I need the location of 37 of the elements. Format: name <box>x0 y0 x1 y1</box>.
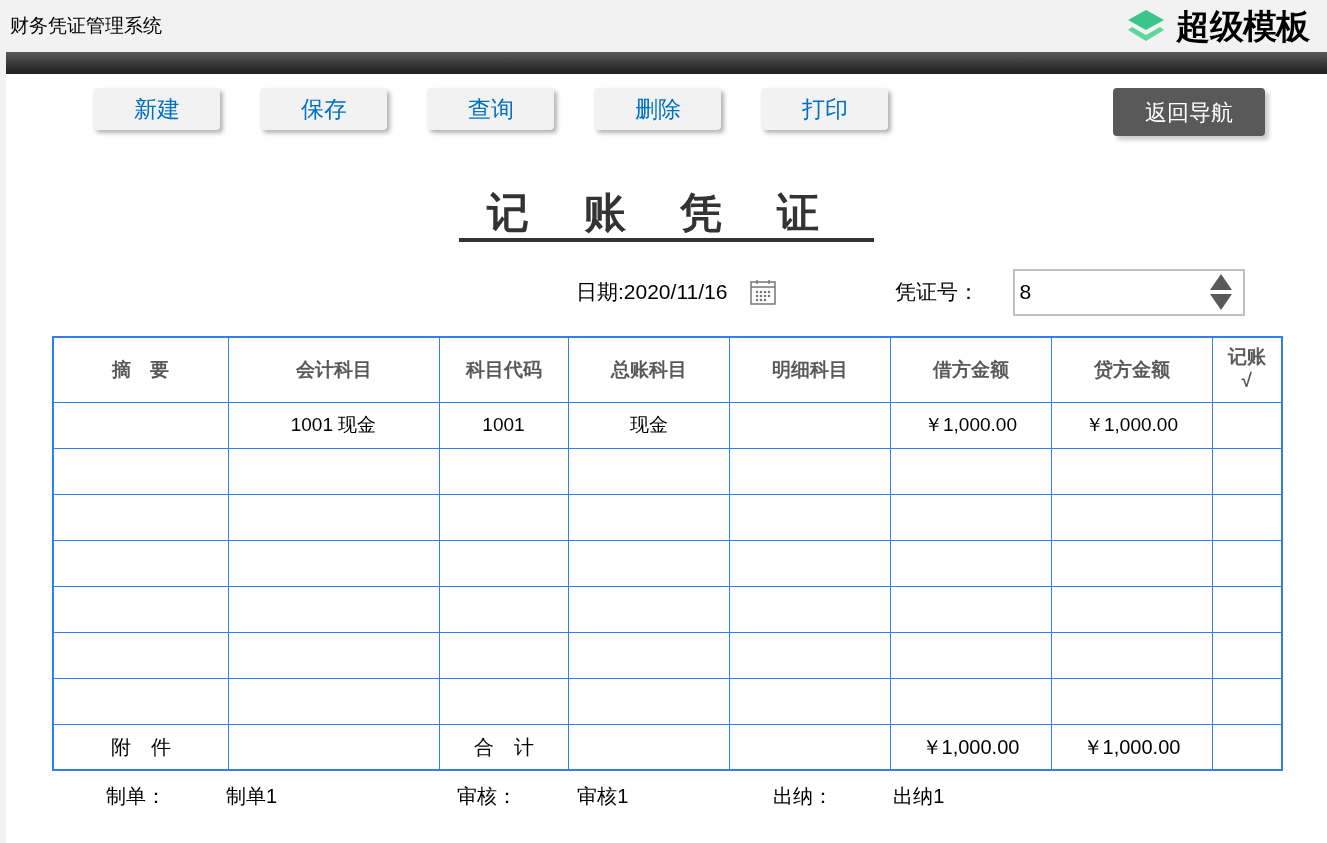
signature-value: 制单1 <box>226 784 278 809</box>
signature-value: 出纳1 <box>893 784 945 809</box>
column-header: 会计科目 <box>295 358 372 380</box>
app-title: 财务凭证管理系统 <box>10 13 162 38</box>
date-label: 日期:2020/11/16 <box>576 279 728 306</box>
toolbar-button[interactable]: 删除 <box>594 88 721 130</box>
table-cell: ￥1,000.00 <box>1085 413 1178 435</box>
column-header: 明细科目 <box>771 358 848 380</box>
logo-text: 超级模板 <box>1176 5 1309 47</box>
column-header: 总账科目 <box>610 358 687 380</box>
table-cell: 现金 <box>629 413 668 435</box>
table-cell: 1001 现金 <box>290 413 377 435</box>
signature-label: 制单： <box>106 784 166 809</box>
total-cell: ￥1,000.00 <box>921 735 1020 758</box>
signature-value: 审核1 <box>577 784 629 809</box>
toolbar-button[interactable]: 保存 <box>260 88 387 130</box>
signature-label: 出纳： <box>773 784 834 809</box>
spinner-arrows-icon[interactable] <box>1209 272 1234 312</box>
voucher-number-label: 凭证号： <box>895 279 980 306</box>
signature-label: 审核： <box>457 784 518 809</box>
voucher-number-field[interactable]: 8 <box>1013 268 1246 316</box>
toolbar-button[interactable]: 查询 <box>427 88 554 130</box>
calendar-icon[interactable] <box>749 278 778 306</box>
table-cell: ￥1,000.00 <box>924 413 1017 435</box>
column-header: 记账√ <box>1226 344 1267 393</box>
back-to-navigation-button[interactable]: 返回导航 <box>1113 88 1265 136</box>
toolbar-button[interactable]: 打印 <box>761 88 888 130</box>
toolbar-button[interactable]: 新建 <box>93 88 220 130</box>
column-header: 贷方金额 <box>1093 358 1170 380</box>
table-cell: 1001 <box>482 413 525 435</box>
column-header: 借方金额 <box>932 358 1009 380</box>
total-cell: 附 件 <box>110 735 171 758</box>
column-header: 科目代码 <box>465 358 542 380</box>
voucher-title: 记账凭证 <box>459 188 874 242</box>
total-cell: 合 计 <box>473 735 534 758</box>
total-cell: ￥1,000.00 <box>1082 735 1181 758</box>
column-header: 摘 要 <box>112 358 170 380</box>
